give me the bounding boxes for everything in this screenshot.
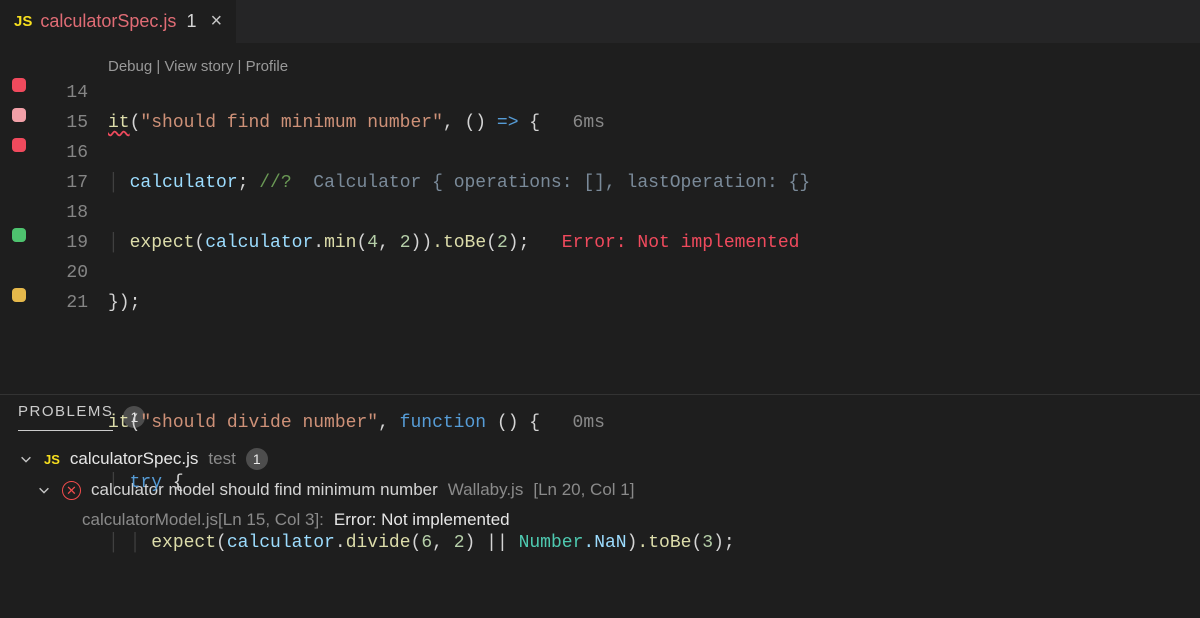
test-indicator-none [12, 168, 26, 182]
test-indicator-none [12, 198, 26, 212]
tk-brace: { [162, 473, 184, 493]
js-file-icon: JS [14, 13, 32, 30]
tk-method: .toBe [637, 533, 691, 553]
tk-string: "should find minimum number" [140, 113, 442, 133]
tk-paren: ) [627, 533, 638, 553]
tk-identifier: calculator [130, 173, 238, 193]
tk-semi: ; [238, 173, 249, 193]
tk-number: 6 [421, 533, 432, 553]
tk-method: divide [346, 533, 411, 553]
tk-property: .NaN [583, 533, 626, 553]
tk-method: .toBe [432, 233, 486, 253]
line-number: 17 [38, 168, 88, 198]
tk-number: 2 [497, 233, 508, 253]
line-number: 21 [38, 288, 88, 318]
code-line[interactable]: │ expect(calculator.min(4, 2)).toBe(2); … [108, 228, 810, 258]
tab-problems[interactable]: PROBLEMS [18, 403, 113, 431]
tk-paren: ( [356, 233, 367, 253]
codelens-sep: | [152, 58, 164, 75]
codelens-view-story[interactable]: View story [164, 58, 233, 75]
test-indicator-fail[interactable] [12, 78, 26, 92]
tk-function: it [108, 413, 130, 433]
tab-bar: JS calculatorSpec.js 1 × [0, 0, 1200, 44]
line-number: 20 [38, 258, 88, 288]
close-icon[interactable]: × [210, 10, 222, 33]
inline-timing: 0ms [573, 413, 605, 433]
tk-identifier: calculator [205, 233, 313, 253]
tk-paren: ( [411, 533, 422, 553]
tk-paren: () [464, 113, 496, 133]
tk-number: 2 [454, 533, 465, 553]
tk-string: "should divide number" [140, 413, 378, 433]
tk-paren: ( [691, 533, 702, 553]
tk-paren: ( [216, 533, 227, 553]
editor[interactable]: 14 15 16 17 18 19 20 21 Debug | View sto… [0, 44, 1200, 394]
test-indicator-none [12, 258, 26, 272]
tk-comment: //? [248, 173, 291, 193]
line-number-gutter: 14 15 16 17 18 19 20 21 [38, 48, 88, 394]
code-line[interactable]: it("should find minimum number", () => {… [108, 108, 810, 138]
code-line[interactable]: │ calculator; //? Calculator { operation… [108, 168, 810, 198]
code-line[interactable] [108, 348, 810, 378]
inline-timing: 6ms [573, 113, 605, 133]
tk-paren: ); [508, 233, 530, 253]
tk-paren: () { [497, 413, 540, 433]
tk-keyword: function [400, 413, 497, 433]
test-indicator-skip[interactable] [12, 288, 26, 302]
tk-number: 4 [367, 233, 378, 253]
tk-keyword: try [130, 473, 162, 493]
line-number: 14 [38, 78, 88, 108]
tk-type: Number [519, 533, 584, 553]
tk-function: it [108, 113, 130, 133]
test-status-gutter [0, 48, 38, 394]
tk-number: 3 [702, 533, 713, 553]
tk-function: expect [130, 233, 195, 253]
line-number: 18 [38, 198, 88, 228]
tk-paren: )) [411, 233, 433, 253]
code-line[interactable]: │ │ expect(calculator.divide(6, 2) || Nu… [108, 528, 810, 558]
test-indicator-partial[interactable] [12, 108, 26, 122]
chevron-down-icon[interactable] [36, 483, 52, 497]
test-indicator-pass[interactable] [12, 228, 26, 242]
tk-brace: }); [108, 293, 140, 313]
tk-paren: ( [194, 233, 205, 253]
inline-value: Calculator { operations: [], lastOperati… [292, 173, 810, 193]
error-icon: ✕ [62, 481, 81, 500]
code-line[interactable]: it("should divide number", function () {… [108, 408, 810, 438]
test-indicator-fail[interactable] [12, 138, 26, 152]
tk-paren: ); [713, 533, 735, 553]
codelens-profile[interactable]: Profile [246, 58, 289, 75]
code-lines[interactable]: it ( "should find minimum number", () => {… [108, 48, 810, 618]
tk-comma: , [378, 233, 400, 253]
tk-method: min [324, 233, 356, 253]
tk-paren: ( [486, 233, 497, 253]
tk-paren: ) [465, 533, 476, 553]
tab-filename: calculatorSpec.js [40, 11, 176, 32]
line-number: 15 [38, 108, 88, 138]
tk-dot: . [335, 533, 346, 553]
tk-number: 2 [400, 233, 411, 253]
codelens-debug[interactable]: Debug [108, 58, 152, 75]
chevron-down-icon[interactable] [18, 452, 34, 466]
code-area[interactable]: Debug | View story | Profile it("should … [88, 48, 810, 394]
tk-comma: , [432, 533, 454, 553]
codelens: Debug | View story | Profile [108, 52, 288, 82]
inline-error: Error: Not implemented [562, 233, 800, 253]
line-number: 19 [38, 228, 88, 258]
code-line[interactable]: }); [108, 288, 810, 318]
tk-operator: || [475, 533, 518, 553]
tab-dirty-indicator: 1 [186, 11, 196, 32]
tk-function: expect [151, 533, 216, 553]
code-line[interactable]: │ try { [108, 468, 810, 498]
editor-tab[interactable]: JS calculatorSpec.js 1 × [0, 0, 236, 43]
tk-arrow: => [497, 113, 519, 133]
tk-brace: { [519, 113, 541, 133]
codelens-sep: | [233, 58, 245, 75]
line-number: 16 [38, 138, 88, 168]
js-file-icon: JS [44, 452, 60, 467]
tk-identifier: calculator [227, 533, 335, 553]
tk-dot: . [313, 233, 324, 253]
